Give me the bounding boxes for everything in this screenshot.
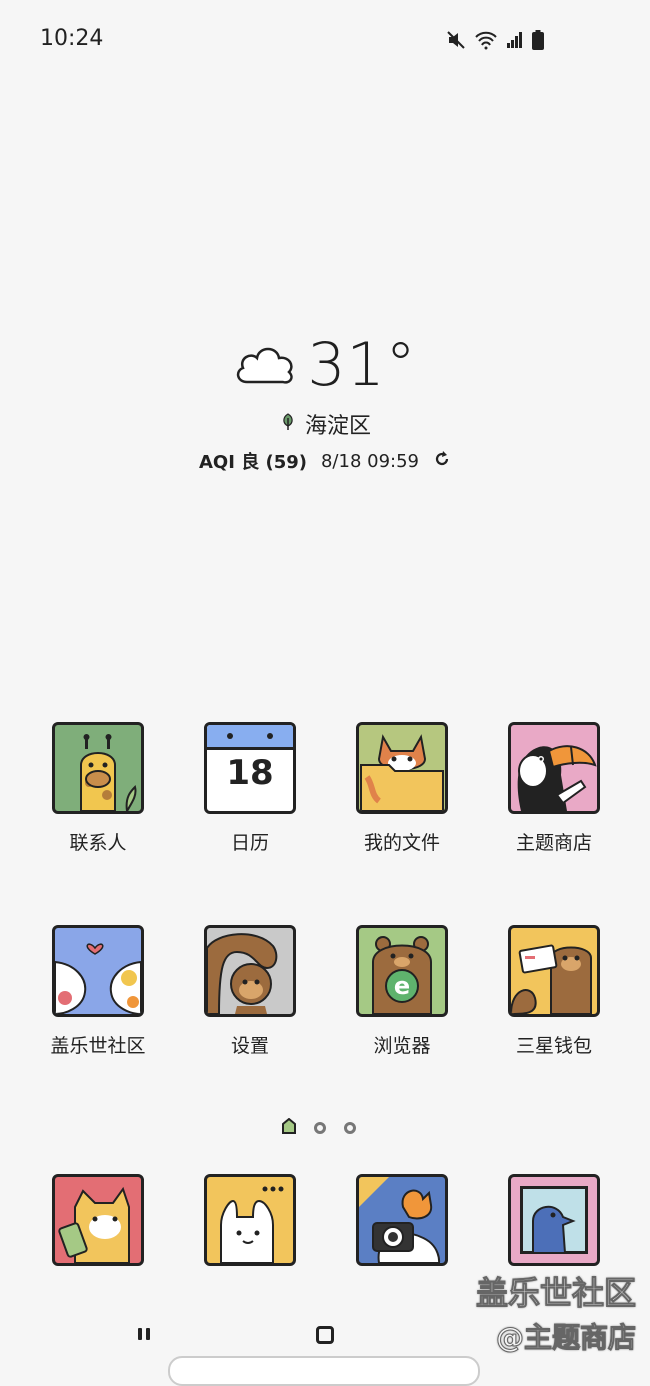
page-dot-2[interactable] — [314, 1122, 326, 1134]
dock-messages[interactable] — [174, 1174, 326, 1266]
app-grid-row-1: 联系人 18 日历 我的文件 主题商店 — [22, 722, 628, 855]
gesture-handle[interactable] — [168, 1356, 480, 1386]
app-label: 主题商店 — [515, 832, 592, 854]
status-bar: 10:24 — [0, 0, 650, 80]
dock-camera[interactable] — [326, 1174, 478, 1266]
home-button[interactable] — [316, 1326, 334, 1344]
cat-phone-icon — [52, 1174, 144, 1266]
dock-gallery[interactable] — [478, 1174, 630, 1266]
two-cats-heart-icon — [52, 925, 144, 1017]
toucan-icon — [508, 722, 600, 814]
giraffe-icon — [52, 722, 144, 814]
status-icons — [446, 30, 544, 54]
app-grid-row-2: 盖乐世社区 设置 e 浏览器 三星钱包 — [22, 925, 628, 1058]
app-contacts[interactable]: 联系人 — [22, 722, 174, 855]
calendar-day: 18 — [226, 753, 274, 793]
clock: 10:24 — [40, 26, 104, 51]
app-label: 日历 — [230, 832, 269, 854]
app-label: 我的文件 — [363, 832, 440, 854]
app-label: 盖乐世社区 — [50, 1035, 146, 1057]
rabbit-message-icon — [204, 1174, 296, 1266]
navigation-bar — [0, 1318, 650, 1358]
dock-phone[interactable] — [22, 1174, 174, 1266]
temperature: 31° — [307, 330, 417, 400]
bear-browser-icon: e — [356, 925, 448, 1017]
app-calendar[interactable]: 18 日历 — [174, 722, 326, 855]
app-label: 设置 — [230, 1035, 269, 1057]
app-theme-store[interactable]: 主题商店 — [478, 722, 630, 855]
app-label: 联系人 — [69, 832, 127, 854]
app-settings[interactable]: 设置 — [174, 925, 326, 1058]
app-label: 浏览器 — [373, 1035, 431, 1057]
app-samsung-wallet[interactable]: 三星钱包 — [478, 925, 630, 1058]
recent-apps-button[interactable] — [136, 1326, 152, 1342]
page-dot-3[interactable] — [344, 1122, 356, 1134]
chicken-camera-icon — [356, 1174, 448, 1266]
refresh-icon[interactable] — [433, 450, 451, 473]
calendar-icon: 18 — [204, 722, 296, 814]
dock — [22, 1174, 628, 1266]
app-label: 三星钱包 — [515, 1035, 592, 1057]
weather-widget[interactable]: 31° 海淀区 AQI 良 (59) 8/18 09:59 — [0, 330, 650, 474]
penguin-gallery-icon — [508, 1174, 600, 1266]
page-indicator — [282, 1117, 356, 1138]
fox-folder-icon — [356, 722, 448, 814]
wifi-icon — [474, 30, 498, 54]
signal-icon — [506, 31, 524, 53]
location-name: 海淀区 — [304, 414, 371, 439]
monkey-icon — [204, 925, 296, 1017]
home-page-icon[interactable] — [282, 1117, 296, 1138]
cloud-icon — [233, 338, 297, 392]
app-browser[interactable]: e 浏览器 — [326, 925, 478, 1058]
watermark-community: 盖乐世社区 — [475, 1274, 636, 1313]
update-time: 8/18 09:59 — [320, 450, 419, 472]
squirrel-card-icon — [508, 925, 600, 1017]
battery-icon — [532, 30, 544, 54]
app-my-files[interactable]: 我的文件 — [326, 722, 478, 855]
svg-text:e: e — [394, 972, 410, 1000]
mute-icon — [446, 30, 466, 54]
location-leaf-icon — [279, 412, 297, 437]
aqi-value: AQI 良 (59) — [199, 452, 307, 473]
app-galaxy-community[interactable]: 盖乐世社区 — [22, 925, 174, 1058]
